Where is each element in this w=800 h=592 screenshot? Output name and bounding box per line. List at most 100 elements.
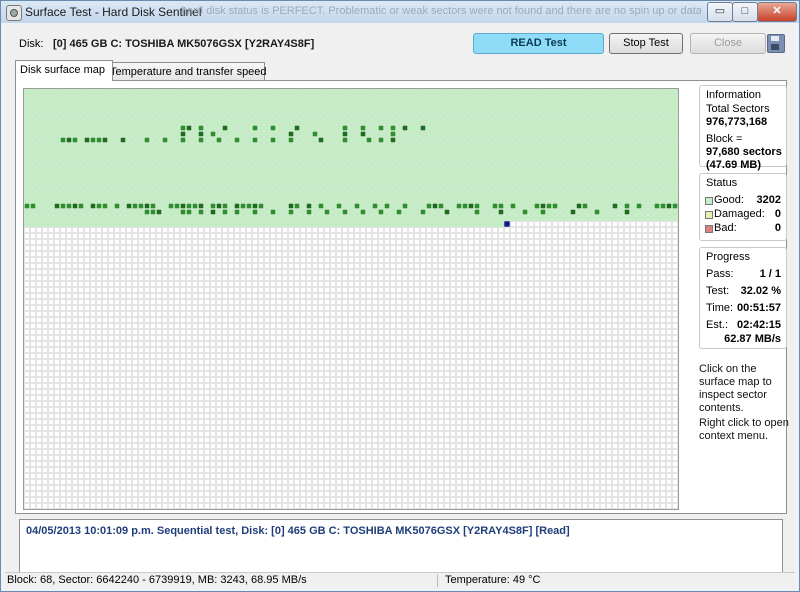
surface-block[interactable] [174, 125, 180, 131]
surface-block[interactable] [498, 329, 504, 335]
surface-block[interactable] [240, 287, 246, 293]
surface-block[interactable] [612, 107, 618, 113]
surface-block[interactable] [300, 185, 306, 191]
surface-block[interactable] [528, 251, 534, 257]
surface-block[interactable] [228, 89, 234, 95]
surface-block[interactable] [480, 299, 486, 305]
surface-block[interactable] [462, 203, 468, 209]
surface-block[interactable] [468, 329, 474, 335]
surface-block[interactable] [510, 209, 516, 215]
surface-block[interactable] [420, 305, 426, 311]
surface-block[interactable] [42, 281, 48, 287]
surface-block[interactable] [354, 131, 360, 137]
surface-block[interactable] [486, 251, 492, 257]
surface-block[interactable] [216, 347, 222, 353]
surface-block[interactable] [438, 227, 444, 233]
surface-block[interactable] [444, 167, 450, 173]
surface-block[interactable] [600, 107, 606, 113]
surface-block[interactable] [318, 191, 324, 197]
surface-block[interactable] [522, 239, 528, 245]
surface-block[interactable] [30, 149, 36, 155]
surface-block[interactable] [150, 149, 156, 155]
surface-block[interactable] [474, 269, 480, 275]
surface-block[interactable] [474, 125, 480, 131]
surface-block[interactable] [204, 95, 210, 101]
surface-block[interactable] [258, 329, 264, 335]
surface-block[interactable] [288, 179, 294, 185]
surface-block[interactable] [540, 227, 546, 233]
surface-block[interactable] [450, 233, 456, 239]
surface-block[interactable] [504, 347, 510, 353]
surface-block[interactable] [582, 305, 588, 311]
surface-block[interactable] [648, 101, 654, 107]
surface-block[interactable] [546, 305, 552, 311]
surface-block[interactable] [624, 305, 630, 311]
surface-block[interactable] [66, 359, 72, 365]
surface-block[interactable] [666, 299, 672, 305]
surface-block[interactable] [216, 359, 222, 365]
surface-block[interactable] [378, 191, 384, 197]
surface-block[interactable] [594, 125, 600, 131]
surface-block[interactable] [108, 239, 114, 245]
surface-block[interactable] [414, 311, 420, 317]
surface-block[interactable] [522, 125, 528, 131]
surface-block[interactable] [246, 341, 252, 347]
surface-block[interactable] [564, 179, 570, 185]
surface-block[interactable] [156, 305, 162, 311]
surface-block[interactable] [330, 281, 336, 287]
surface-block[interactable] [642, 197, 648, 203]
surface-block[interactable] [174, 311, 180, 317]
surface-block[interactable] [462, 341, 468, 347]
surface-block[interactable] [396, 251, 402, 257]
surface-block[interactable] [168, 209, 174, 215]
surface-block[interactable] [354, 89, 360, 95]
surface-block[interactable] [336, 167, 342, 173]
surface-block[interactable] [54, 311, 60, 317]
surface-block[interactable] [192, 311, 198, 317]
surface-block[interactable] [660, 263, 666, 269]
surface-block[interactable] [324, 95, 330, 101]
surface-block[interactable] [570, 245, 576, 251]
surface-block[interactable] [564, 341, 570, 347]
surface-block[interactable] [222, 305, 228, 311]
surface-block[interactable] [540, 197, 546, 203]
surface-block[interactable] [222, 251, 228, 257]
surface-block[interactable] [522, 251, 528, 257]
surface-block[interactable] [216, 227, 222, 233]
surface-block[interactable] [648, 329, 654, 335]
surface-block[interactable] [438, 293, 444, 299]
surface-block[interactable] [474, 275, 480, 281]
surface-block[interactable] [168, 275, 174, 281]
surface-block[interactable] [492, 167, 498, 173]
surface-block[interactable] [534, 191, 540, 197]
surface-block[interactable] [420, 161, 426, 167]
surface-block[interactable] [294, 179, 300, 185]
surface-block[interactable] [552, 311, 558, 317]
surface-block[interactable] [342, 221, 348, 227]
surface-block[interactable] [576, 95, 582, 101]
close-button[interactable]: Close [690, 33, 766, 54]
surface-block[interactable] [432, 305, 438, 311]
surface-block[interactable] [126, 203, 132, 209]
surface-block[interactable] [540, 185, 546, 191]
surface-block[interactable] [216, 203, 222, 209]
surface-block[interactable] [660, 161, 666, 167]
surface-block[interactable] [240, 233, 246, 239]
surface-block[interactable] [456, 215, 462, 221]
surface-block[interactable] [366, 197, 372, 203]
surface-block[interactable] [552, 305, 558, 311]
surface-block[interactable] [396, 329, 402, 335]
surface-block[interactable] [162, 113, 168, 119]
surface-block[interactable] [432, 209, 438, 215]
surface-block[interactable] [30, 191, 36, 197]
surface-block[interactable] [168, 239, 174, 245]
surface-block[interactable] [300, 137, 306, 143]
surface-block[interactable] [636, 113, 642, 119]
surface-block[interactable] [42, 341, 48, 347]
surface-block[interactable] [336, 215, 342, 221]
surface-block[interactable] [330, 113, 336, 119]
surface-block[interactable] [42, 305, 48, 311]
surface-block[interactable] [168, 221, 174, 227]
surface-block[interactable] [222, 221, 228, 227]
surface-block[interactable] [612, 167, 618, 173]
